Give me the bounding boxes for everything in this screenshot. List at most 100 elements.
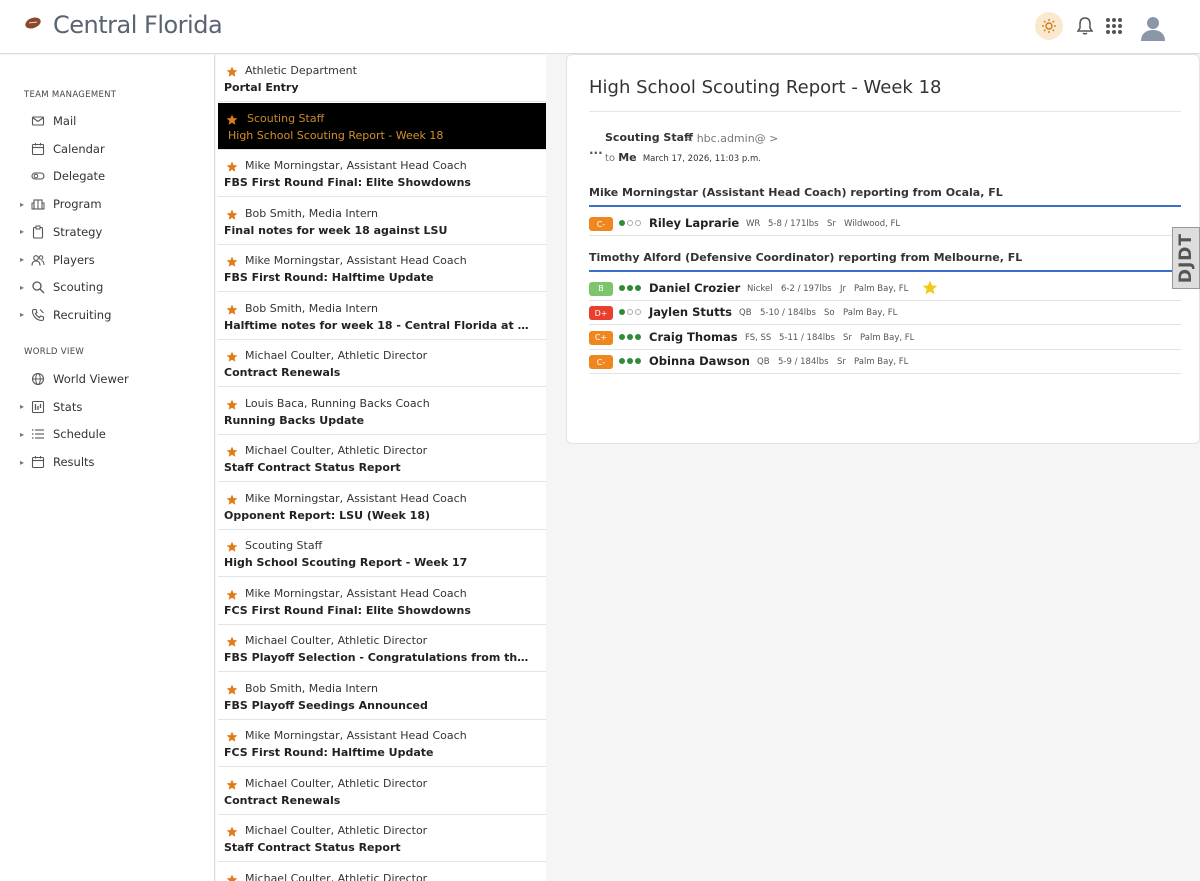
sidebar-item-world-viewer[interactable]: World Viewer xyxy=(20,369,200,389)
message-list-item[interactable]: Michael Coulter, Athletic Director Contra… xyxy=(218,340,546,387)
message-list-item[interactable]: Bob Smith, Media Intern FBS Playoff Seedi… xyxy=(218,673,546,720)
message-list-item[interactable]: Bob Smith, Media Intern Final notes for w… xyxy=(218,198,546,245)
star-icon[interactable] xyxy=(226,443,238,457)
message-list-item[interactable]: Scouting Staff High School Scouting Repor… xyxy=(218,102,546,150)
star-icon[interactable] xyxy=(226,871,238,881)
sun-icon xyxy=(1042,19,1056,33)
message-subject: Running Backs Update xyxy=(224,413,365,427)
report-heading: Timothy Alford (Defensive Coordinator) r… xyxy=(589,250,1023,264)
star-icon[interactable] xyxy=(226,111,238,125)
chevron-right-icon[interactable]: ▸ xyxy=(20,227,30,236)
player-name[interactable]: Riley Laprarie xyxy=(649,216,739,230)
star-icon[interactable] xyxy=(226,633,238,647)
sidebar-item-calendar[interactable]: Calendar xyxy=(20,139,200,159)
sidebar-item-strategy[interactable]: ▸ Strategy xyxy=(20,222,200,242)
player-row[interactable]: B Daniel Crozier Nickel 6-2 / 197lbs Jr Palm … xyxy=(589,277,1181,301)
sidebar-item-label: Results xyxy=(53,455,95,470)
star-icon[interactable] xyxy=(226,158,238,172)
player-row[interactable]: C- Obinna Dawson QB 5-9 / 184lbs Sr Palm Bay,… xyxy=(589,350,1181,374)
message-list-item[interactable]: Mike Morningstar, Assistant Head Coach Op… xyxy=(218,483,546,530)
sidebar-item-mail[interactable]: Mail xyxy=(20,111,200,131)
star-icon[interactable] xyxy=(226,776,238,790)
sidebar-item-program[interactable]: ▸ Program xyxy=(20,194,200,214)
message-list-item[interactable]: Mike Morningstar, Assistant Head Coach FB… xyxy=(218,245,546,292)
sidebar-item-recruiting[interactable]: ▸ Recruiting xyxy=(20,305,200,325)
sidebar-item-scouting[interactable]: ▸ Scouting xyxy=(20,277,200,297)
message-list-item[interactable]: Louis Baca, Running Backs Coach Running B… xyxy=(218,388,546,435)
sidebar-item-results[interactable]: ▸ Results xyxy=(20,452,200,472)
users-icon xyxy=(30,252,46,268)
avatar[interactable] xyxy=(1140,14,1166,42)
player-measurements: 5-9 / 184lbs xyxy=(778,357,829,367)
player-hometown: Palm Bay, FL xyxy=(854,283,909,294)
sidebar-item-stats[interactable]: ▸ Stats xyxy=(20,397,200,417)
message-title: High School Scouting Report - Week 18 xyxy=(589,77,942,98)
chevron-right-icon[interactable]: ▸ xyxy=(20,200,30,209)
app-title[interactable]: Central Florida xyxy=(53,11,223,39)
message-sender: Michael Coulter, Athletic Director xyxy=(245,634,428,647)
message-list-item[interactable]: Michael Coulter, Athletic Director xyxy=(218,863,546,881)
message-list-item[interactable]: Athletic Department Portal Entry xyxy=(218,55,546,102)
player-row[interactable]: C+ Craig Thomas FS, SS 5-11 / 184lbs Sr Palm … xyxy=(589,326,1181,350)
message-list-item[interactable]: Michael Coulter, Athletic Director Contra… xyxy=(218,768,546,815)
message-list-item[interactable]: Mike Morningstar, Assistant Head Coach FC… xyxy=(218,720,546,767)
debug-toolbar-tab[interactable]: DJDT xyxy=(1172,227,1200,289)
chevron-right-icon[interactable]: ▸ xyxy=(20,255,30,264)
section-label-team-management: TEAM MANAGEMENT xyxy=(24,90,117,100)
stats-icon xyxy=(30,399,46,415)
star-icon[interactable] xyxy=(226,396,238,410)
favorite-star-icon[interactable] xyxy=(922,280,938,296)
theme-toggle-button[interactable] xyxy=(1035,12,1063,40)
player-row[interactable]: D+ Jaylen Stutts QB 5-10 / 184lbs So Palm Bay… xyxy=(589,301,1181,325)
bell-icon[interactable] xyxy=(1076,16,1094,36)
player-position: FS, SS xyxy=(745,332,772,343)
chevron-right-icon[interactable]: ▸ xyxy=(20,310,30,319)
star-icon[interactable] xyxy=(226,301,238,315)
message-list-item[interactable]: Michael Coulter, Athletic Director Staff … xyxy=(218,815,546,862)
star-icon[interactable] xyxy=(226,538,238,552)
football-logo-icon[interactable] xyxy=(24,17,42,29)
star-icon[interactable] xyxy=(226,491,238,505)
player-name[interactable]: Daniel Crozier xyxy=(649,281,740,295)
star-icon[interactable] xyxy=(226,206,238,220)
player-position: Nickel xyxy=(747,283,773,294)
star-icon[interactable] xyxy=(226,253,238,267)
player-name[interactable]: Craig Thomas xyxy=(649,330,738,344)
player-name[interactable]: Jaylen Stutts xyxy=(649,305,732,319)
rating-dot xyxy=(619,358,625,364)
chevron-right-icon[interactable]: ▸ xyxy=(20,430,30,439)
chevron-right-icon[interactable]: ▸ xyxy=(20,402,30,411)
message-list-item[interactable]: Bob Smith, Media Intern Halftime notes fo… xyxy=(218,293,546,340)
message-sender: Michael Coulter, Athletic Director xyxy=(245,871,428,881)
message-list-item[interactable]: Scouting Staff High School Scouting Repor… xyxy=(218,530,546,577)
message-subject: Contract Renewals xyxy=(224,366,341,379)
message-list-item[interactable]: Mike Morningstar, Assistant Head Coach FC… xyxy=(218,578,546,625)
sidebar-item-delegate[interactable]: Delegate xyxy=(20,166,200,186)
star-icon[interactable] xyxy=(226,63,238,77)
chevron-right-icon[interactable]: ▸ xyxy=(20,458,30,467)
rating-dot xyxy=(627,358,633,364)
message-sender: Michael Coulter, Athletic Director xyxy=(245,444,428,457)
list-icon xyxy=(30,426,46,442)
more-details-toggle[interactable]: ... xyxy=(589,143,603,157)
message-date: March 17, 2026, 11:03 p.m. xyxy=(642,154,761,164)
grade-badge: C- xyxy=(589,355,613,369)
player-row[interactable]: C- Riley Laprarie WR 5-8 / 171lbs Sr Wildwood… xyxy=(589,212,1181,236)
apps-grid-icon[interactable] xyxy=(1106,18,1122,34)
star-icon[interactable] xyxy=(226,823,238,837)
sidebar-item-schedule[interactable]: ▸ Schedule xyxy=(20,424,200,444)
chevron-right-icon[interactable]: ▸ xyxy=(20,283,30,292)
star-icon[interactable] xyxy=(226,681,238,695)
message-list-item[interactable]: Michael Coulter, Athletic Director FBS Pl… xyxy=(218,625,546,672)
star-icon[interactable] xyxy=(226,728,238,742)
message-list-item[interactable]: Mike Morningstar, Assistant Head Coach FB… xyxy=(218,150,546,197)
message-subject: FBS Playoff Selection - Congratulations … xyxy=(224,651,534,664)
sender-name[interactable]: Scouting Staff xyxy=(605,131,693,144)
message-list-item[interactable]: Michael Coulter, Athletic Director Staff … xyxy=(218,435,546,482)
star-icon[interactable] xyxy=(226,586,238,600)
star-icon[interactable] xyxy=(226,348,238,362)
player-name[interactable]: Obinna Dawson xyxy=(649,354,750,368)
sidebar-item-label: Schedule xyxy=(53,427,106,442)
debug-toolbar-label: DJDT xyxy=(1176,232,1196,284)
sidebar-item-players[interactable]: ▸ Players xyxy=(20,250,200,270)
